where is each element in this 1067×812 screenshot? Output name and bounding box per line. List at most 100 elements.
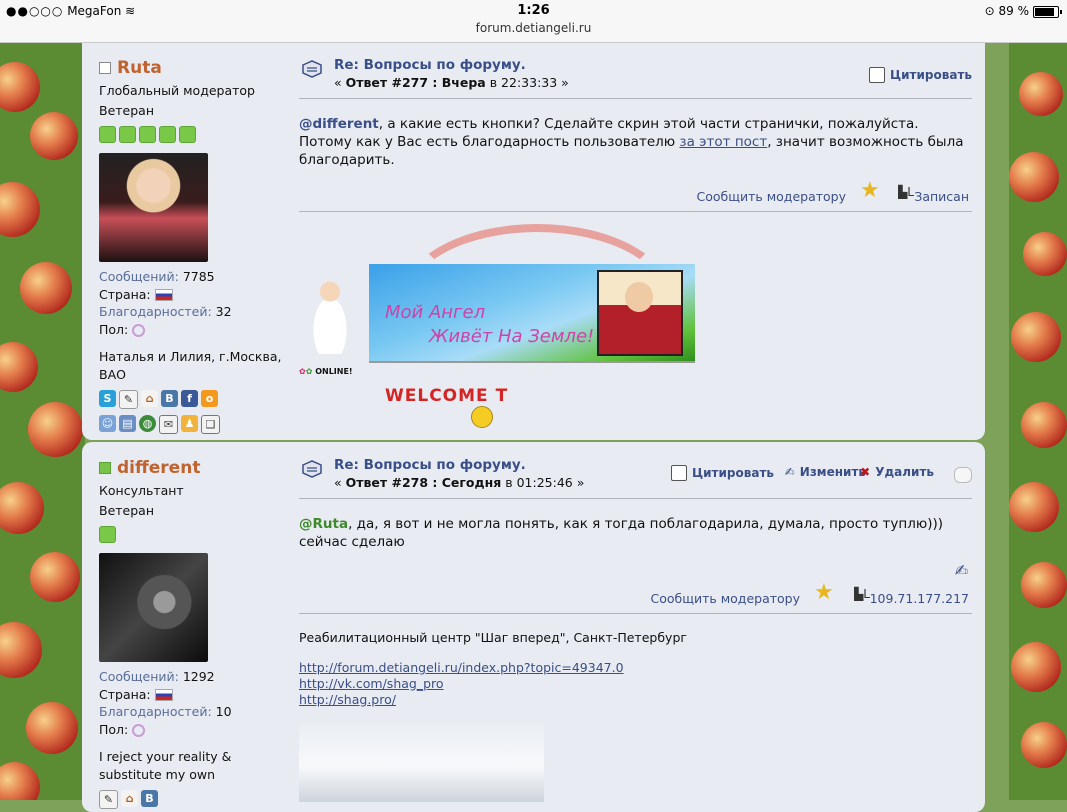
avatar[interactable]	[99, 553, 208, 662]
skype-icon[interactable]: S	[99, 390, 116, 407]
thanks-count: 10	[215, 704, 232, 719]
ip-address: 109.71.177.217	[869, 591, 969, 606]
ip-icon: ▙L	[898, 185, 914, 199]
gender-stat: Пол:	[99, 721, 289, 739]
edit-button[interactable]: ✍ Изменить	[785, 465, 866, 479]
home-icon[interactable]: ⌂	[121, 790, 138, 807]
topic-icon	[302, 60, 322, 78]
body-text: сейчас сделаю	[299, 534, 405, 550]
reply-prefix: «	[334, 475, 346, 490]
country-stat: Страна:	[99, 286, 289, 304]
rank-star-icon	[119, 126, 136, 143]
topic-title[interactable]: Re: Вопросы по форуму.	[334, 57, 526, 73]
post-body: @Ruta, да, я вот и не могла понять, как …	[299, 515, 972, 551]
post-header: Re: Вопросы по форуму. « Ответ #277 : Вч…	[299, 42, 972, 99]
globe-icon[interactable]: ◍	[139, 415, 156, 432]
messages-stat: Сообщений: 1292	[99, 668, 289, 686]
banner-text: Живёт На Земле!	[429, 326, 595, 347]
quote-button[interactable]: Цитировать	[671, 465, 774, 481]
mention-link[interactable]: @different	[299, 116, 379, 132]
thanks-star-icon[interactable]: ★	[814, 582, 834, 604]
home-icon[interactable]: ⌂	[141, 390, 158, 407]
online-badge: ✿✿ ONLINE!	[299, 367, 353, 376]
delete-icon: ✖	[860, 465, 871, 479]
thanks-star-icon[interactable]: ★	[860, 180, 880, 202]
thanks-stat: Благодарностей: 10	[99, 703, 289, 721]
reply-time: в 01:25:46 »	[501, 475, 585, 490]
messages-count: 7785	[182, 269, 215, 284]
signature-link[interactable]: http://forum.detiangeli.ru/index.php?top…	[299, 660, 972, 676]
gender-stat: Пол:	[99, 321, 289, 339]
country-label: Страна:	[99, 286, 151, 302]
author-panel: different Консультант Ветеран Сообщений:…	[99, 442, 289, 809]
russia-flag-icon	[154, 689, 173, 701]
mention-link[interactable]: @Ruta	[299, 516, 348, 532]
russia-flag-icon	[154, 289, 173, 301]
address-bar[interactable]: forum.detiangeli.ru	[0, 21, 1067, 35]
profile-icon[interactable]: ✎	[119, 390, 138, 409]
delete-label: Удалить	[875, 465, 934, 479]
icq-icon[interactable]: ♟	[181, 415, 198, 432]
post-link[interactable]: за этот пост	[679, 134, 767, 150]
select-checkbox[interactable]	[954, 467, 972, 483]
facebook-icon[interactable]: f	[181, 390, 198, 407]
action-icons: ☺ ▤ ◍ ✉ ♟ ❑	[99, 415, 289, 434]
author-bio: Наталья и Лилия, г.Москва, ВАО	[99, 349, 282, 382]
quote-label: Цитировать	[692, 466, 774, 480]
vk-icon[interactable]: B	[161, 390, 178, 407]
report-to-moderator-link[interactable]: Сообщить модератору	[696, 189, 846, 204]
post-content: Re: Вопросы по форуму. « Ответ #277 : Вч…	[299, 42, 972, 428]
author-rank: Консультант	[99, 483, 184, 498]
delete-button[interactable]: ✖ Удалить	[860, 465, 934, 479]
avatar[interactable]	[99, 153, 208, 262]
rank-star-icon	[99, 126, 116, 143]
signature-link[interactable]: http://shag.pro/	[299, 692, 972, 708]
gender-label: Пол:	[99, 721, 129, 737]
odnoklassniki-icon[interactable]: o	[201, 390, 218, 407]
user-icon[interactable]: ☺	[99, 415, 116, 432]
author-rank: Глобальный модератор	[99, 83, 255, 98]
banner-photo	[597, 270, 683, 356]
clock: 1:26	[517, 3, 550, 18]
report-to-moderator-link[interactable]: Сообщить модератору	[650, 591, 800, 606]
country-stat: Страна:	[99, 686, 289, 704]
rank-star-icon	[159, 126, 176, 143]
post-footer: Сообщить модератору ★ ▙L Записан	[299, 179, 972, 212]
welcome-text: WELCOME T	[385, 386, 509, 406]
author-panel: Ruta Глобальный модератор Ветеран Сообще…	[99, 42, 289, 434]
messages-stat: Сообщений: 7785	[99, 268, 289, 286]
body-text: Потому как у Вас есть благодарность поль…	[299, 134, 680, 150]
angel-image	[301, 274, 359, 354]
author-link[interactable]: different	[117, 458, 200, 478]
reply-number: Ответ #278 : Сегодня	[345, 475, 502, 490]
smiley-icon	[471, 406, 493, 428]
author-title: Ветеран	[99, 503, 155, 518]
reply-info: « Ответ #278 : Сегодня в 01:25:46 »	[334, 475, 584, 490]
topic-icon	[302, 460, 322, 478]
inline-edit-icon[interactable]: ✍	[955, 561, 968, 580]
body-text: , а какие есть кнопки? Сделайте скрин эт…	[378, 116, 919, 132]
pm-icon[interactable]: ❑	[201, 415, 220, 434]
rank-star-icon	[179, 126, 196, 143]
online-label: ONLINE!	[315, 367, 353, 376]
online-status-icon	[99, 462, 111, 474]
quote-button[interactable]: Цитировать	[869, 67, 972, 83]
battery-icon	[1033, 5, 1062, 18]
mail-icon[interactable]: ✉	[159, 415, 178, 434]
thanks-label: Благодарностей:	[99, 704, 212, 719]
edit-icon: ✍	[784, 465, 795, 479]
quote-icon	[671, 465, 688, 481]
quote-label: Цитировать	[890, 68, 972, 82]
rank-stars	[99, 126, 289, 143]
signature-link[interactable]: http://vk.com/shag_pro	[299, 676, 972, 692]
posts-icon[interactable]: ▤	[119, 415, 136, 432]
reply-number: Ответ #277 : Вчера	[345, 75, 486, 90]
topic-title[interactable]: Re: Вопросы по форуму.	[334, 457, 526, 473]
edit-icon-row: ✍	[299, 551, 972, 581]
post-body: @different, а какие есть кнопки? Сделайт…	[299, 115, 972, 169]
offline-status-icon	[99, 62, 111, 74]
author-bio: I reject your reality & substitute my ow…	[99, 749, 232, 782]
messages-label: Сообщений:	[99, 669, 179, 684]
vk-icon[interactable]: B	[141, 790, 158, 807]
author-link[interactable]: Ruta	[117, 58, 162, 78]
